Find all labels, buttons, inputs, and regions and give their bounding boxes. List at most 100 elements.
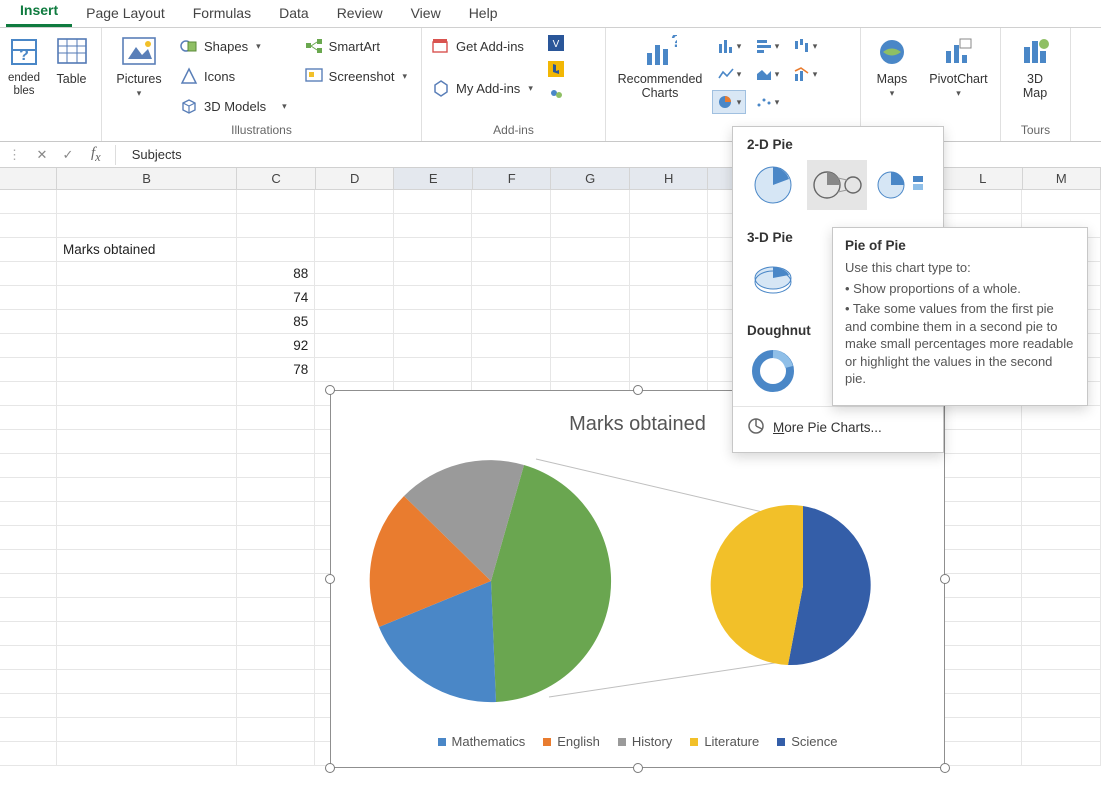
tab-view[interactable]: View <box>397 1 455 27</box>
cell-c5[interactable]: 74 <box>237 286 316 310</box>
legend-label: English <box>557 734 600 749</box>
cell-c4[interactable]: 88 <box>237 262 316 286</box>
screenshot-button[interactable]: Screenshot▾ <box>299 62 413 90</box>
tab-page-layout[interactable]: Page Layout <box>72 1 179 27</box>
cell-c7[interactable]: 92 <box>237 334 316 358</box>
svg-text:?: ? <box>19 47 29 64</box>
more-pie-charts[interactable]: More Pie Charts... <box>733 406 943 448</box>
store-icon <box>432 37 450 55</box>
my-addins-label: My Add-ins <box>456 81 520 96</box>
group-addins-label: Add-ins <box>426 121 601 141</box>
area-chart-button[interactable]: ▾ <box>750 62 784 86</box>
recommended-charts-label: Recommended Charts <box>618 72 703 101</box>
legend-swatch <box>438 738 446 746</box>
3d-map-icon <box>1017 34 1053 70</box>
3d-map-button[interactable]: 3D Map <box>1005 30 1065 105</box>
tooltip-bullet: • Take some values from the first pie an… <box>845 300 1075 388</box>
pictures-icon <box>121 34 157 70</box>
recommended-charts-button[interactable]: ? Recommended Charts <box>610 30 710 105</box>
pivotchart-icon <box>940 34 976 70</box>
tooltip-title: Pie of Pie <box>845 238 1075 253</box>
table-label: Table <box>57 72 87 86</box>
recommended-pivot-button[interactable]: ? ended bles <box>4 30 44 102</box>
pie-2d-option[interactable] <box>743 160 803 210</box>
enter-icon[interactable]: ✓ <box>59 147 77 163</box>
recommended-pivot-label: ended bles <box>6 72 42 98</box>
table-icon <box>54 34 90 70</box>
screenshot-label: Screenshot <box>329 69 395 84</box>
chart-mini-grid: ▾ ▾ ▾ ▾ ▾ ▾ ▾ ▾ <box>712 30 822 114</box>
maps-button[interactable]: Maps ▾ <box>865 30 919 103</box>
chevron-down-icon: ▾ <box>137 88 142 99</box>
legend-label: History <box>632 734 672 749</box>
pie-chart-button[interactable]: ▾ <box>712 90 746 114</box>
pie-of-pie-option[interactable] <box>807 160 867 210</box>
my-addins-button[interactable]: My Add-ins▾ <box>426 74 539 102</box>
doughnut-option[interactable] <box>743 346 803 396</box>
pivotchart-label: PivotChart <box>929 72 987 86</box>
3d-models-button[interactable]: 3D Models ▾ <box>174 92 293 120</box>
col-e[interactable]: E <box>394 168 473 190</box>
legend-label: Literature <box>704 734 759 749</box>
smartart-button[interactable]: SmartArt <box>299 32 413 60</box>
icons-button[interactable]: Icons <box>174 62 293 90</box>
cancel-icon[interactable]: ✕ <box>33 147 51 163</box>
formula-input[interactable] <box>124 145 1097 164</box>
cell-c8[interactable]: 78 <box>237 358 316 382</box>
column-chart-button[interactable]: ▾ <box>712 34 746 58</box>
group-illustrations: Pictures ▾ Shapes▾ Icons 3D Models ▾ <box>102 28 422 141</box>
table-button[interactable]: Table <box>46 30 97 90</box>
col-d[interactable]: D <box>316 168 395 190</box>
waterfall-chart-button[interactable]: ▾ <box>788 34 822 58</box>
tooltip-line: Use this chart type to: <box>845 259 1075 277</box>
scatter-chart-button[interactable]: ▾ <box>750 90 784 114</box>
shapes-icon <box>180 37 198 55</box>
bar-of-pie-option[interactable] <box>871 160 931 210</box>
tab-data[interactable]: Data <box>265 1 323 27</box>
dropdown-icon[interactable]: ⋮ <box>4 147 25 163</box>
pie-3d-option[interactable] <box>743 253 803 303</box>
col-f[interactable]: F <box>473 168 552 190</box>
tab-formulas[interactable]: Formulas <box>179 1 265 27</box>
col-b[interactable]: B <box>57 168 238 190</box>
shapes-button[interactable]: Shapes▾ <box>174 32 293 60</box>
tooltip-bullet: • Show proportions of a whole. <box>845 280 1075 298</box>
fx-icon[interactable]: fx <box>85 145 107 165</box>
cell-b3[interactable]: Marks obtained <box>57 238 237 262</box>
legend-swatch <box>543 738 551 746</box>
pivotchart-button[interactable]: PivotChart ▾ <box>921 30 996 103</box>
get-addins-label: Get Add-ins <box>456 39 524 54</box>
addin-visio-icon[interactable]: V <box>545 32 567 54</box>
section-2d-pie: 2-D Pie <box>733 127 943 158</box>
tab-insert[interactable]: Insert <box>6 0 72 27</box>
addin-bing-icon[interactable] <box>545 58 567 80</box>
3d-models-label: 3D Models <box>204 99 266 114</box>
legend-label: Mathematics <box>452 734 526 749</box>
group-charts: ? Recommended Charts ▾ ▾ ▾ ▾ ▾ ▾ ▾ ▾ <box>606 28 861 141</box>
shapes-label: Shapes <box>204 39 248 54</box>
col-h[interactable]: H <box>630 168 709 190</box>
screenshot-icon <box>305 67 323 85</box>
3d-map-label: 3D Map <box>1023 72 1047 101</box>
get-addins-button[interactable]: Get Add-ins <box>426 32 539 60</box>
col-g[interactable]: G <box>551 168 630 190</box>
pictures-label: Pictures <box>116 72 161 86</box>
col-c[interactable]: C <box>237 168 316 190</box>
group-tours: 3D Map Tours <box>1001 28 1071 141</box>
pivot-icon: ? <box>6 34 42 70</box>
col-l[interactable]: L <box>944 168 1023 190</box>
addin-people-icon[interactable] <box>545 84 567 106</box>
chart-legend[interactable]: Mathematics English History Literature S… <box>331 734 944 749</box>
combo-chart-button[interactable]: ▾ <box>788 62 822 86</box>
pictures-button[interactable]: Pictures ▾ <box>106 30 172 103</box>
tooltip-pie-of-pie: Pie of Pie Use this chart type to: • Sho… <box>832 227 1088 406</box>
tab-help[interactable]: Help <box>455 1 512 27</box>
bar-chart-button[interactable]: ▾ <box>750 34 784 58</box>
cube-icon <box>180 97 198 115</box>
group-maps: Maps ▾ PivotChart ▾ <box>861 28 1001 141</box>
tab-review[interactable]: Review <box>323 1 397 27</box>
icons-icon <box>180 67 198 85</box>
line-chart-button[interactable]: ▾ <box>712 62 746 86</box>
cell-c6[interactable]: 85 <box>237 310 316 334</box>
col-m[interactable]: M <box>1023 168 1101 190</box>
